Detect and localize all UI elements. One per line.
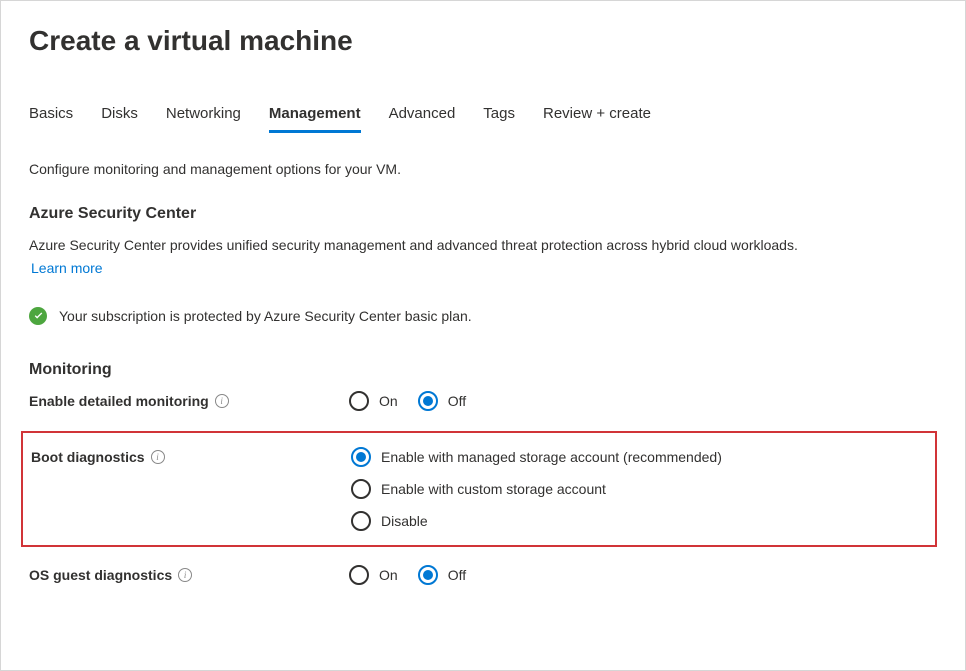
radio-label: Disable: [381, 513, 428, 529]
boot-diagnostics-label: Boot diagnostics: [31, 449, 145, 465]
tab-basics[interactable]: Basics: [29, 105, 73, 133]
detailed-monitoring-on[interactable]: On: [349, 391, 398, 411]
radio-label: Off: [448, 393, 466, 409]
tab-tags[interactable]: Tags: [483, 105, 515, 133]
learn-more-link[interactable]: Learn more: [31, 258, 103, 279]
radio-icon: [418, 391, 438, 411]
radio-icon: [351, 479, 371, 499]
detailed-monitoring-row: Enable detailed monitoring i On Off: [29, 391, 937, 411]
info-icon[interactable]: i: [151, 450, 165, 464]
boot-diagnostics-row: Boot diagnostics i Enable with managed s…: [31, 447, 925, 531]
detailed-monitoring-label: Enable detailed monitoring: [29, 393, 209, 409]
radio-icon: [349, 565, 369, 585]
tab-disks[interactable]: Disks: [101, 105, 138, 133]
monitoring-heading: Monitoring: [29, 361, 937, 379]
radio-icon: [351, 447, 371, 467]
boot-custom-option[interactable]: Enable with custom storage account: [351, 479, 722, 499]
radio-label: Off: [448, 567, 466, 583]
boot-disable-option[interactable]: Disable: [351, 511, 722, 531]
status-text: Your subscription is protected by Azure …: [59, 308, 472, 324]
tab-review-create[interactable]: Review + create: [543, 105, 651, 133]
guest-diagnostics-label: OS guest diagnostics: [29, 567, 172, 583]
tab-management[interactable]: Management: [269, 105, 361, 133]
guest-diagnostics-row: OS guest diagnostics i On Off: [29, 565, 937, 585]
check-circle-icon: [29, 307, 47, 325]
boot-diagnostics-highlight: Boot diagnostics i Enable with managed s…: [21, 431, 937, 547]
page-title: Create a virtual machine: [29, 25, 937, 57]
tab-networking[interactable]: Networking: [166, 105, 241, 133]
radio-icon: [418, 565, 438, 585]
radio-icon: [349, 391, 369, 411]
info-icon[interactable]: i: [178, 568, 192, 582]
security-text-body: Azure Security Center provides unified s…: [29, 237, 798, 253]
boot-managed-option[interactable]: Enable with managed storage account (rec…: [351, 447, 722, 467]
radio-label: On: [379, 393, 398, 409]
security-text: Azure Security Center provides unified s…: [29, 235, 937, 279]
security-heading: Azure Security Center: [29, 205, 937, 223]
detailed-monitoring-off[interactable]: Off: [418, 391, 466, 411]
radio-label: Enable with custom storage account: [381, 481, 606, 497]
radio-icon: [351, 511, 371, 531]
page-description: Configure monitoring and management opti…: [29, 161, 937, 177]
info-icon[interactable]: i: [215, 394, 229, 408]
guest-off-option[interactable]: Off: [418, 565, 466, 585]
tab-advanced[interactable]: Advanced: [389, 105, 456, 133]
radio-label: On: [379, 567, 398, 583]
status-row: Your subscription is protected by Azure …: [29, 307, 937, 325]
tabs-bar: Basics Disks Networking Management Advan…: [29, 105, 937, 133]
radio-label: Enable with managed storage account (rec…: [381, 449, 722, 465]
guest-on-option[interactable]: On: [349, 565, 398, 585]
